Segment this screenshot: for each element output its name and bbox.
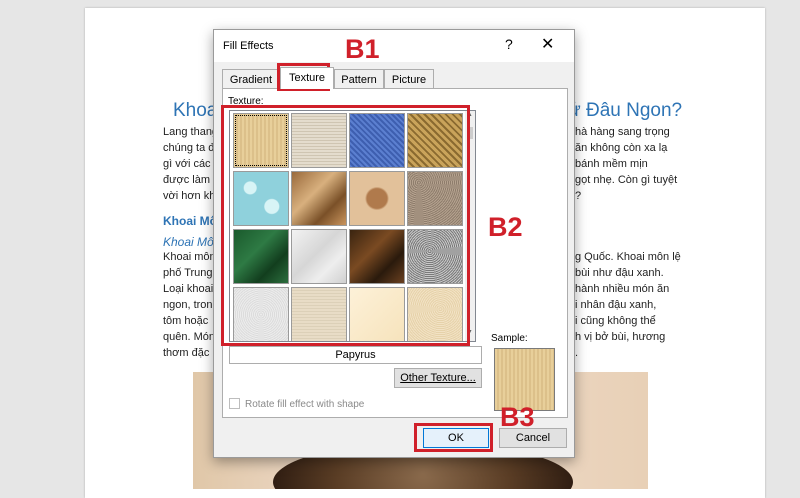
- document-title-right: ử Đâu Ngon?: [568, 100, 683, 121]
- document-heading: Khoai Mô: [163, 214, 217, 228]
- b3-label: B3: [500, 402, 535, 432]
- rotate-fill-checkbox[interactable]: Rotate fill effect with shape: [229, 398, 364, 410]
- b2-label: B2: [488, 212, 523, 242]
- other-texture-button[interactable]: Other Texture...: [394, 368, 482, 388]
- tab-picture[interactable]: Picture: [384, 69, 434, 89]
- document-body-right: g Quốc. Khoai môn lệ bùi như đậu xanh. hàn…: [575, 251, 681, 359]
- rotate-label: Rotate fill effect with shape: [245, 399, 365, 410]
- tab-gradient[interactable]: Gradient: [222, 69, 280, 89]
- texture-name-field: Papyrus: [229, 346, 482, 364]
- document-subheading: Khoai Mô: [163, 235, 214, 249]
- document-body-left: Khoai môn phố Trung Loại khoai ngon, tron tô…: [163, 251, 216, 359]
- document-text-left: Lang thang chúng ta đ gì với các l được làm…: [163, 126, 219, 202]
- sample-label: Sample:: [491, 333, 528, 344]
- tab-texture[interactable]: Texture: [280, 67, 334, 89]
- b2-highlight-box: [221, 105, 470, 346]
- close-icon[interactable]: ✕: [541, 34, 554, 54]
- document-text-right: hà hàng sang trọng ăn không còn xa lạ bánh…: [575, 126, 678, 202]
- dialog-titlebar: Fill Effects ? ✕: [214, 30, 574, 62]
- b3-highlight-box: [414, 423, 493, 452]
- dialog-title: Fill Effects: [223, 40, 274, 52]
- checkbox-icon[interactable]: [229, 398, 240, 409]
- tab-pattern[interactable]: Pattern: [334, 69, 384, 89]
- b1-label: B1: [345, 34, 380, 64]
- help-button[interactable]: ?: [505, 36, 513, 52]
